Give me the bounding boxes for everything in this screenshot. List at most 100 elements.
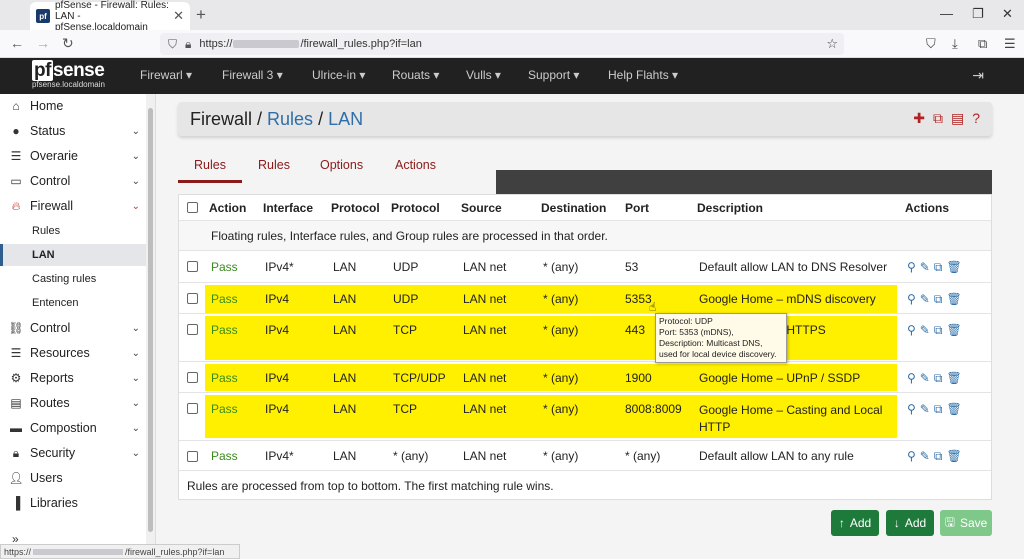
table-row[interactable]: Pass IPv4 LAN UDP LAN net * (any) 5353 G…	[179, 283, 991, 314]
sidebar-item-home[interactable]: ⌂ Home	[0, 94, 146, 118]
trash-icon[interactable]: 🗑︎	[946, 292, 961, 307]
network-icon: ⛓	[8, 321, 24, 335]
row-checkbox[interactable]	[187, 324, 198, 335]
sidebar-subitem-rules[interactable]: Rules	[0, 220, 146, 242]
reload-icon[interactable]: ↻	[62, 35, 74, 52]
close-tab-icon[interactable]: ✕	[173, 8, 184, 24]
copy-icon[interactable]: ⧉	[933, 110, 943, 127]
row-checkbox[interactable]	[187, 372, 198, 383]
book-icon: ▐	[11, 496, 21, 510]
copy-icon[interactable]: ⧉	[934, 449, 943, 464]
topmenu-item-3[interactable]: Ulrice-in ▾	[312, 68, 365, 82]
maximize-icon[interactable]: ❐	[972, 6, 984, 22]
sidebar-item-resources[interactable]: ☰ Resources ⌄	[0, 341, 146, 365]
breadcrumb-lan[interactable]: LAN	[328, 109, 363, 130]
trash-icon[interactable]: 🗑︎	[946, 371, 961, 386]
menu-icon[interactable]: ☰	[1004, 36, 1016, 52]
sidebar-subitem-casting-rules[interactable]: Casting rules	[0, 268, 146, 290]
table-row[interactable]: Pass IPv4 LAN TCP LAN net * (any) 8008:8…	[179, 393, 991, 441]
topmenu-item-6[interactable]: Support ▾	[528, 68, 579, 82]
table-row[interactable]: Pass IPv4 LAN TCP LAN net * (any) 443 Go…	[179, 314, 991, 362]
url-bar[interactable]: ⛉ 🔒︎ https:///firewall_rules.php?if=lan …	[160, 33, 844, 55]
sidebar-item-firewall[interactable]: 🔥︎ Firewall ⌄	[0, 194, 146, 218]
close-window-icon[interactable]: ✕	[1002, 6, 1013, 22]
back-icon[interactable]: ←	[10, 35, 24, 51]
forward-icon[interactable]: →	[36, 35, 50, 51]
edit-icon[interactable]: ✎	[920, 260, 930, 275]
sidebar-item-users[interactable]: 👤︎ Users	[0, 466, 146, 490]
anchor-icon[interactable]: ⚲	[907, 260, 916, 275]
sidebar-item-control-2[interactable]: ⛓ Control ⌄	[0, 316, 146, 340]
sidebar-item-routes[interactable]: ▤ Routes ⌄	[0, 391, 146, 415]
save-button[interactable]: 🖫 Save	[940, 510, 992, 536]
row-checkbox[interactable]	[187, 451, 198, 462]
anchor-icon[interactable]: ⚲	[907, 449, 916, 464]
browser-tab-bar: pf pfSense - Firewall: Rules: LAN - pfSe…	[0, 0, 1024, 33]
row-checkbox[interactable]	[187, 261, 198, 272]
copy-icon[interactable]: ⧉	[934, 402, 943, 417]
topmenu-item-4[interactable]: Rouats ▾	[392, 68, 439, 82]
minimize-icon[interactable]: —	[940, 6, 953, 21]
edit-icon[interactable]: ✎	[920, 402, 930, 417]
topmenu-item-7[interactable]: Help Flahts ▾	[608, 68, 678, 82]
edit-icon[interactable]: ✎	[920, 323, 930, 338]
tab-actions[interactable]: Actions	[395, 158, 436, 172]
sidebar-item-reports[interactable]: ⚙ Reports ⌄	[0, 366, 146, 390]
edit-icon[interactable]: ✎	[920, 449, 930, 464]
topmenu-item-2[interactable]: Firewall 3 ▾	[222, 68, 283, 82]
tab-options[interactable]: Options	[320, 158, 363, 172]
sidebar-item-status[interactable]: ● Status ⌄	[0, 119, 146, 143]
copy-icon[interactable]: ⧉	[934, 371, 943, 386]
browser-tab-title: pfSense - Firewall: Rules: LAN - pfSense…	[55, 0, 169, 33]
extensions-icon[interactable]: ⧉	[978, 36, 987, 52]
breadcrumb-rules[interactable]: Rules	[267, 109, 313, 130]
pfsense-logo[interactable]: pf sense pfsense.localdomain	[32, 60, 105, 89]
tab-rules-2[interactable]: Rules	[258, 158, 290, 172]
table-row[interactable]: Pass IPv4 LAN TCP/UDP LAN net * (any) 19…	[179, 362, 991, 393]
new-tab-icon[interactable]: +	[196, 5, 206, 25]
sidebar-item-libraries[interactable]: ▐ Libraries	[0, 491, 146, 515]
sidebar-item-control[interactable]: ▭ Control ⌄	[0, 169, 146, 193]
row-actions: ⚲ ✎ ⧉ 🗑︎	[907, 449, 962, 464]
bookmark-star-icon[interactable]: ☆	[826, 36, 838, 52]
sidebar-subitem-lan[interactable]: LAN	[0, 244, 146, 266]
browser-tab[interactable]: pf pfSense - Firewall: Rules: LAN - pfSe…	[30, 0, 190, 33]
add-top-button[interactable]: ↑ Add	[831, 510, 879, 536]
trash-icon[interactable]: 🗑︎	[946, 260, 961, 275]
add-bottom-button[interactable]: ↓ Add	[886, 510, 934, 536]
copy-icon[interactable]: ⧉	[934, 260, 943, 275]
sidebar-item-overarie[interactable]: ☰ Overarie ⌄	[0, 144, 146, 168]
table-note-row: Floating rules, Interface rules, and Gro…	[179, 221, 991, 251]
row-checkbox[interactable]	[187, 403, 198, 414]
trash-icon[interactable]: 🗑︎	[946, 449, 961, 464]
edit-icon[interactable]: ✎	[920, 371, 930, 386]
copy-icon[interactable]: ⧉	[934, 292, 943, 307]
download-icon[interactable]: ⤓	[952, 36, 958, 52]
copy-icon[interactable]: ⧉	[934, 323, 943, 338]
topmenu-item-5[interactable]: Vulls ▾	[466, 68, 501, 82]
sidebar-item-compostion[interactable]: ▬ Compostion ⌄	[0, 416, 146, 440]
topmenu-item-1[interactable]: Firewarl ▾	[140, 68, 192, 82]
anchor-icon[interactable]: ⚲	[907, 371, 916, 386]
log-icon[interactable]: ▤	[951, 110, 964, 127]
sidebar-item-security[interactable]: 🔒︎ Security ⌄	[0, 441, 146, 465]
anchor-icon[interactable]: ⚲	[907, 292, 916, 307]
plus-icon[interactable]: ✚	[913, 110, 925, 127]
anchor-icon[interactable]: ⚲	[907, 323, 916, 338]
sidebar-scrollbar-thumb[interactable]	[148, 108, 153, 532]
anchor-icon[interactable]: ⚲	[907, 402, 916, 417]
row-checkbox[interactable]	[187, 293, 198, 304]
table-row[interactable]: Pass IPv4* LAN * (any) LAN net * (any) *…	[179, 441, 991, 471]
tab-rules[interactable]: Rules	[194, 158, 226, 172]
sidebar-subitem-entencen[interactable]: Entencen	[0, 292, 146, 314]
pocket-icon[interactable]: ⛉	[926, 36, 936, 52]
select-all-checkbox[interactable]	[187, 202, 198, 213]
arrow-down-icon: ↓	[893, 516, 900, 530]
help-icon[interactable]: ?	[972, 110, 980, 127]
home-icon: ⌂	[12, 99, 20, 113]
trash-icon[interactable]: 🗑︎	[946, 402, 961, 417]
trash-icon[interactable]: 🗑︎	[946, 323, 961, 338]
table-row[interactable]: Pass IPv4* LAN UDP LAN net * (any) 53 De…	[179, 251, 991, 283]
edit-icon[interactable]: ✎	[920, 292, 930, 307]
logout-icon[interactable]: ⇥	[972, 67, 984, 84]
